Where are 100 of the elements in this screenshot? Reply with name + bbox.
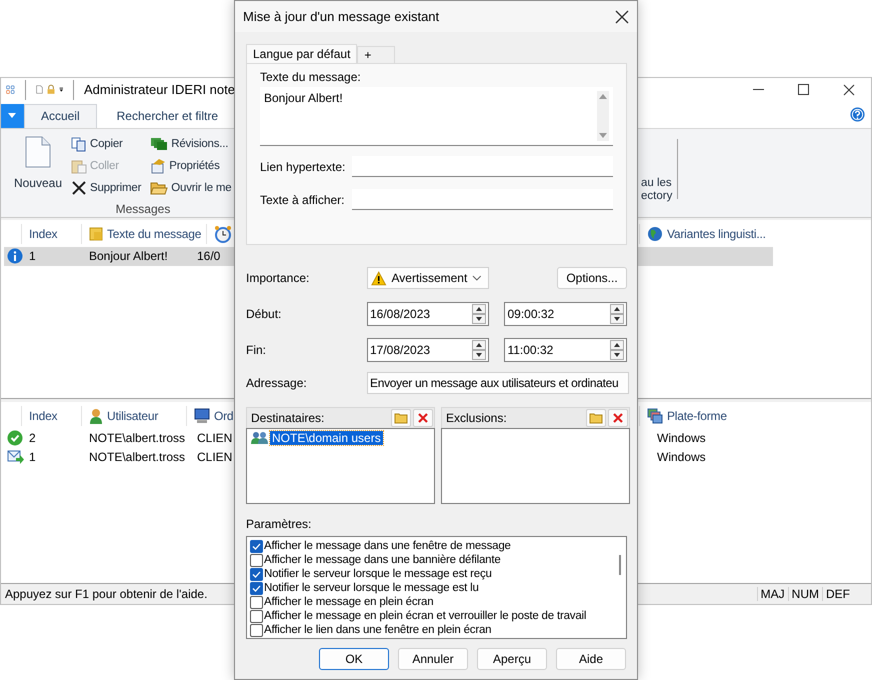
- checkbox-option[interactable]: Notifier le serveur lorsque le message est lu: [250, 581, 614, 595]
- ribbon-tab[interactable]: Accueil: [24, 104, 97, 128]
- list-title: Destinataires:: [251, 411, 324, 425]
- importance-dropdown[interactable]: Avertissement: [367, 267, 489, 289]
- info-icon: [7, 248, 23, 264]
- checkbox[interactable]: [250, 554, 263, 566]
- checkbox[interactable]: [250, 624, 263, 636]
- note-icon: [89, 226, 103, 241]
- copy-icon: [71, 136, 87, 152]
- table-cell-text: Windows: [657, 431, 707, 446]
- dialog-button[interactable]: OK: [319, 648, 389, 670]
- status-indicator: MAJ: [756, 587, 788, 602]
- spin-buttons[interactable]: [610, 340, 624, 360]
- field-label: Adressage:: [246, 376, 308, 390]
- ribbon-button[interactable]: au les ectory: [639, 128, 672, 217]
- folder-icon: [394, 412, 408, 424]
- alarm-clock-icon: [214, 224, 232, 243]
- minimize-icon[interactable]: [753, 89, 764, 90]
- remove-button[interactable]: [413, 409, 433, 427]
- spin-buttons[interactable]: [472, 340, 486, 360]
- column-header[interactable]: Index: [21, 406, 81, 426]
- new-button[interactable]: Nouveau: [9, 134, 67, 198]
- checkbox-option[interactable]: Afficher le lien dans une fenêtre en plein écran: [250, 623, 614, 637]
- tab[interactable]: Langue par défaut: [246, 44, 358, 63]
- check-icon: [252, 542, 261, 550]
- stack-icon: [150, 136, 168, 152]
- status-indicator: NUM: [788, 587, 822, 602]
- scrollbar-thumb[interactable]: [619, 555, 621, 575]
- folder-icon: [150, 180, 168, 196]
- remove-button[interactable]: [608, 409, 628, 427]
- properties-icon: [150, 158, 166, 174]
- paste-icon: [71, 158, 87, 174]
- addressing-dropdown[interactable]: Envoyer un message aux utilisateurs et ordinateu: [367, 372, 629, 394]
- table-cell-text: Bonjour Albert!: [89, 249, 169, 264]
- dialog-button[interactable]: Aperçu: [477, 648, 547, 670]
- status-indicator: DEF: [822, 587, 853, 602]
- close-icon: [418, 413, 428, 423]
- table-cell-text: NOTE\albert.tross: [89, 450, 186, 464]
- column-header[interactable]: Plate-forme: [639, 406, 774, 426]
- close-button[interactable]: [615, 10, 629, 24]
- spin-buttons[interactable]: [472, 304, 486, 324]
- checkbox-option[interactable]: Afficher le message en plein écran: [250, 595, 614, 609]
- options-button[interactable]: Options...: [557, 267, 627, 289]
- list-title: Exclusions:: [446, 411, 507, 425]
- field-label: Texte à afficher:: [260, 192, 346, 206]
- field-label: Début:: [246, 307, 282, 321]
- time-field[interactable]: 09:00:32: [504, 302, 627, 326]
- ribbon-tab[interactable]: Rechercher et filtre: [100, 104, 235, 128]
- tab[interactable]: +: [357, 46, 396, 63]
- dialog-title: Mise à jour d'un message existant: [243, 9, 440, 24]
- dialog-button[interactable]: Annuler: [398, 648, 468, 670]
- add-button[interactable]: [391, 409, 411, 427]
- column-header[interactable]: Utilisateur: [81, 406, 186, 426]
- ribbon-button[interactable]: Supprimer: [71, 178, 142, 198]
- date-field[interactable]: 17/08/2023: [367, 338, 489, 362]
- warning-icon: [371, 270, 386, 286]
- ribbon-button[interactable]: Copier: [71, 134, 142, 154]
- ribbon-button[interactable]: Propriétés: [150, 156, 232, 176]
- time-field[interactable]: 11:00:32: [504, 338, 627, 362]
- help-icon[interactable]: [850, 107, 865, 122]
- checkbox-option[interactable]: Afficher le message en plein écran et verrouiller le poste de travail: [250, 609, 614, 623]
- spin-buttons[interactable]: [610, 304, 624, 324]
- column-header[interactable]: Texte du message: [81, 224, 206, 244]
- folder-icon: [589, 412, 603, 424]
- dialog-button[interactable]: Aide: [556, 648, 626, 670]
- users-icon: [251, 431, 269, 445]
- window-title: Administrateur IDERI note: [84, 82, 235, 98]
- computer-icon: [194, 408, 210, 424]
- table-cell-text: NOTE\albert.tross: [89, 431, 186, 446]
- checkbox-option[interactable]: Afficher le message dans une fenêtre de message: [250, 539, 614, 553]
- column-header[interactable]: Index: [21, 224, 81, 244]
- field-label: Texte du message:: [260, 70, 362, 84]
- close-icon[interactable]: [842, 84, 854, 96]
- checkbox[interactable]: [250, 540, 263, 552]
- table-cell-text: CLIEN: [197, 450, 234, 464]
- user-icon: [89, 408, 103, 424]
- date-field[interactable]: 16/08/2023: [367, 302, 489, 326]
- table-cell-text: 16/0: [197, 249, 222, 264]
- checkbox[interactable]: [250, 568, 263, 580]
- ribbon-button[interactable]: Révisions...: [150, 134, 232, 154]
- field-label: Lien hypertexte:: [260, 160, 346, 174]
- maximize-icon[interactable]: [798, 84, 809, 96]
- checkbox-option[interactable]: Afficher le message dans une bannière défilante: [250, 553, 614, 567]
- ribbon-button[interactable]: Ouvrir le me: [150, 178, 232, 198]
- file-menu-button[interactable]: [1, 104, 24, 128]
- windows-stack-icon: [647, 408, 663, 424]
- checkbox[interactable]: [250, 596, 263, 608]
- checkbox-option[interactable]: Notifier le serveur lorsque le message est reçu: [250, 567, 614, 581]
- globe-icon: [647, 226, 663, 242]
- table-cell-text: Windows: [657, 450, 707, 464]
- group-label: Messages: [116, 202, 170, 216]
- column-header[interactable]: Variantes linguisti...: [639, 224, 774, 244]
- table-cell-text: 1: [29, 249, 37, 264]
- checkbox[interactable]: [250, 610, 263, 622]
- input-field[interactable]: [352, 156, 613, 177]
- checkbox[interactable]: [250, 582, 263, 594]
- add-button[interactable]: [586, 409, 606, 427]
- status-text: Appuyez sur F1 pour obtenir de l'aide.: [5, 587, 208, 602]
- input-field[interactable]: [352, 189, 613, 210]
- envelope-arrow-icon: [7, 449, 25, 466]
